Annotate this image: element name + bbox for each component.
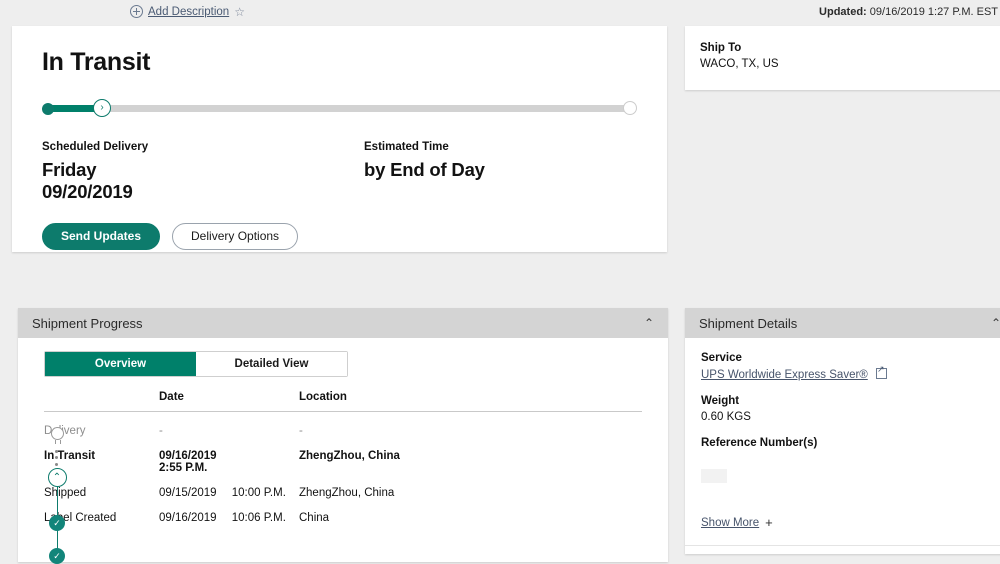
tab-overview[interactable]: Overview	[45, 352, 196, 376]
row-date-value: 09/16/2019	[159, 512, 217, 524]
delivery-info-row: Scheduled Delivery Friday 09/20/2019 Est…	[42, 141, 637, 203]
ship-to-card: Ship To WACO, TX, US	[685, 26, 1000, 90]
progress-track	[46, 105, 633, 112]
estimated-time-block: Estimated Time by End of Day	[364, 141, 485, 203]
shipment-progress-title: Shipment Progress	[32, 316, 143, 331]
shipment-progress-header[interactable]: Shipment Progress ⌃	[18, 308, 668, 338]
updated-value: 09/16/2019 1:27 P.M. EST	[870, 6, 998, 18]
row-date: 09/16/2019 2:55 P.M.	[159, 450, 299, 474]
row-time-value: 10:06 P.M.	[232, 512, 286, 524]
service-value-row: UPS Worldwide Express Saver®	[701, 368, 999, 381]
top-bar: Add Description ☆ Updated: 09/16/2019 1:…	[0, 0, 1000, 26]
shipment-details-title: Shipment Details	[699, 316, 797, 331]
chevron-up-circle-icon: ⌃	[48, 468, 67, 487]
shipment-details-body: Service UPS Worldwide Express Saver® Wei…	[685, 338, 1000, 554]
plus-icon[interactable]: +	[765, 515, 773, 530]
shipment-details-panel: Shipment Details ⌃ Service UPS Worldwide…	[685, 308, 1000, 554]
panel-footer-divider	[685, 545, 1000, 554]
tracking-table-header: Date Location	[44, 391, 642, 412]
ship-to-value: WACO, TX, US	[700, 58, 1000, 70]
check-circle-icon: ✓	[49, 515, 65, 531]
row-location: -	[299, 425, 642, 437]
row-location: ZhengZhou, China	[299, 450, 642, 462]
add-description-group[interactable]: Add Description ☆	[130, 5, 245, 18]
column-header-date: Date	[159, 391, 299, 403]
table-row: Label Created 09/16/2019 10:06 P.M. Chin…	[44, 499, 642, 524]
tracking-table: Date Location ⌃ ✓ ✓ Delivery - - In Tran…	[44, 391, 642, 524]
progress-start-dot	[42, 103, 54, 115]
column-header-status	[44, 391, 159, 403]
row-date-value: 09/16/2019	[159, 450, 299, 462]
scheduled-delivery-value: Friday 09/20/2019	[42, 159, 364, 203]
row-location: China	[299, 512, 642, 524]
scheduled-delivery-day: Friday	[42, 159, 364, 181]
delivery-progress-bar: ›	[42, 99, 637, 117]
progress-current-marker[interactable]: ›	[93, 99, 111, 117]
table-row: Delivery - -	[44, 412, 642, 437]
show-more-link[interactable]: Show More	[701, 517, 759, 529]
row-date: 09/15/2019 10:00 P.M.	[159, 487, 299, 499]
reference-numbers-label: Reference Number(s)	[701, 437, 999, 449]
status-actions: Send Updates Delivery Options	[42, 223, 637, 250]
delivery-pin-icon	[51, 427, 64, 440]
estimated-time-value: by End of Day	[364, 159, 485, 181]
service-link[interactable]: UPS Worldwide Express Saver®	[701, 369, 868, 381]
shipment-progress-panel: Shipment Progress ⌃ Overview Detailed Vi…	[18, 308, 668, 562]
column-header-location: Location	[299, 391, 642, 403]
tab-detailed-view[interactable]: Detailed View	[196, 352, 347, 376]
updated-label: Updated:	[819, 6, 867, 18]
external-link-icon[interactable]	[876, 368, 887, 379]
row-time-value: 2:55 P.M.	[159, 462, 299, 474]
page-title: In Transit	[42, 48, 637, 77]
reference-numbers-value	[701, 469, 727, 483]
weight-label: Weight	[701, 395, 999, 407]
chevron-up-icon[interactable]: ⌃	[991, 317, 1000, 329]
star-icon[interactable]: ☆	[234, 6, 245, 18]
ship-to-label: Ship To	[700, 42, 1000, 54]
scheduled-delivery-date: 09/20/2019	[42, 181, 364, 203]
progress-end-dot	[623, 101, 637, 115]
progress-rail: ⌃ ✓ ✓	[44, 421, 70, 524]
weight-value: 0.60 KGS	[701, 411, 999, 423]
plus-circle-icon	[130, 5, 143, 18]
scheduled-delivery-block: Scheduled Delivery Friday 09/20/2019	[42, 141, 364, 203]
delivery-options-button[interactable]: Delivery Options	[172, 223, 298, 250]
send-updates-button[interactable]: Send Updates	[42, 223, 160, 250]
reference-numbers-block: Reference Number(s)	[701, 437, 999, 483]
progress-view-tabs: Overview Detailed View	[44, 351, 348, 377]
updated-timestamp: Updated: 09/16/2019 1:27 P.M. EST	[819, 6, 998, 18]
row-date: 09/16/2019 10:06 P.M.	[159, 512, 299, 524]
shipment-status-card: In Transit › Scheduled Delivery Friday 0…	[12, 26, 667, 252]
scheduled-delivery-label: Scheduled Delivery	[42, 141, 364, 153]
shipment-details-header[interactable]: Shipment Details ⌃	[685, 308, 1000, 338]
add-description-link[interactable]: Add Description	[148, 6, 229, 18]
table-row: In Transit 09/16/2019 2:55 P.M. ZhengZho…	[44, 437, 642, 474]
row-date-value: 09/15/2019	[159, 487, 217, 499]
row-date: -	[159, 425, 299, 437]
chevron-up-icon[interactable]: ⌃	[644, 317, 654, 329]
row-time-value: 10:00 P.M.	[232, 487, 286, 499]
table-row: Shipped 09/15/2019 10:00 P.M. ZhengZhou,…	[44, 474, 642, 499]
service-label: Service	[701, 352, 999, 364]
show-more-group[interactable]: Show More +	[701, 515, 773, 530]
estimated-time-label: Estimated Time	[364, 141, 485, 153]
row-location: ZhengZhou, China	[299, 487, 642, 499]
